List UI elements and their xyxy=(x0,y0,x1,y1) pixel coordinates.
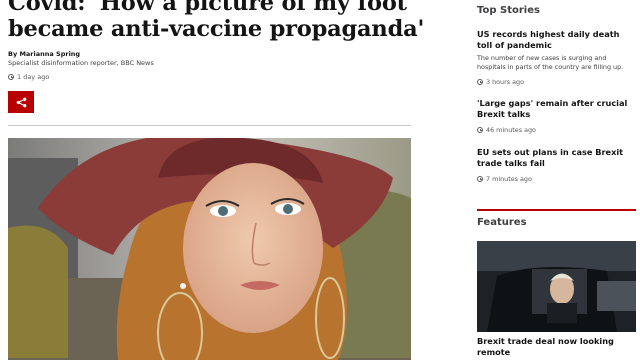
author-name[interactable]: By Marianna Spring xyxy=(8,50,154,59)
author-role: Specialist disinformation reporter, BBC … xyxy=(8,59,154,67)
top-story-time-text: 7 minutes ago xyxy=(486,175,532,183)
top-story-time-text: 3 hours ago xyxy=(486,78,524,86)
article-divider xyxy=(8,125,411,126)
feature-caption[interactable]: Brexit trade deal now looking remote xyxy=(477,336,636,358)
top-story-title[interactable]: US records highest daily death toll of p… xyxy=(477,29,637,51)
top-story-time: 46 minutes ago xyxy=(477,126,637,134)
feature-image[interactable] xyxy=(477,241,636,332)
share-button[interactable] xyxy=(8,91,34,113)
clock-icon xyxy=(477,176,483,182)
top-stories-heading: Top Stories xyxy=(477,5,540,16)
article-photo xyxy=(8,138,411,360)
top-story-item[interactable]: EU sets out plans in case Brexit trade t… xyxy=(477,147,637,183)
clock-icon xyxy=(8,74,14,80)
top-story-title[interactable]: 'Large gaps' remain after crucial Brexit… xyxy=(477,98,637,120)
top-story-item[interactable]: US records highest daily death toll of p… xyxy=(477,29,637,86)
article-timestamp: 1 day ago xyxy=(8,73,49,81)
top-story-item[interactable]: 'Large gaps' remain after crucial Brexit… xyxy=(477,98,637,134)
top-story-title[interactable]: EU sets out plans in case Brexit trade t… xyxy=(477,147,637,169)
article-headline: Covid: 'How a picture of my foot became … xyxy=(8,0,425,42)
top-story-time: 3 hours ago xyxy=(477,78,637,86)
features-divider xyxy=(477,209,636,211)
article-time: 1 day ago xyxy=(17,73,50,81)
top-story-time-text: 46 minutes ago xyxy=(486,126,536,134)
portrait-photo xyxy=(8,138,411,360)
features-heading: Features xyxy=(477,217,527,228)
byline: By Marianna Spring Specialist disinforma… xyxy=(8,50,154,68)
clock-icon xyxy=(477,79,483,85)
top-story-time: 7 minutes ago xyxy=(477,175,637,183)
top-story-summary: The number of new cases is surging and h… xyxy=(477,54,624,71)
share-icon xyxy=(16,97,26,107)
feature-photo xyxy=(477,241,636,332)
clock-icon xyxy=(477,127,483,133)
